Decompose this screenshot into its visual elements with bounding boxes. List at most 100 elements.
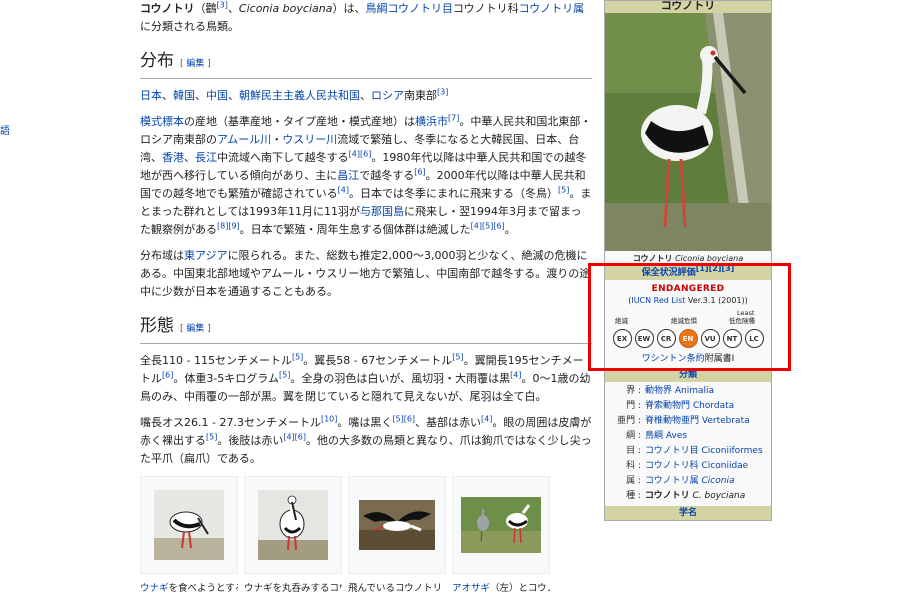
gakumei-link[interactable]: 学名 [679, 508, 697, 518]
intro-bold-name: コウノトリ [140, 2, 195, 15]
taxonomy-link[interactable]: コウノトリ目 [645, 446, 699, 456]
caption-link[interactable]: ウナギ [140, 583, 169, 594]
link[interactable]: 東アジア [184, 249, 228, 262]
taxonomy-row: 科 : コウノトリ科 Ciconiidae [605, 459, 771, 474]
link[interactable]: 長江 [195, 151, 217, 164]
link[interactable]: 昌江 [337, 169, 359, 182]
text: Ver.3.1 (2001)) [685, 296, 748, 305]
text: 。嘴は黒く [337, 416, 393, 429]
link[interactable]: 与那国島 [360, 205, 404, 218]
ref-link[interactable]: [6] [162, 370, 173, 379]
status-head-link[interactable]: 保全状況評価 [642, 268, 696, 278]
ref-link[interactable]: [5] [279, 370, 290, 379]
taxonomy-link[interactable]: 脊索動物門 [645, 401, 690, 411]
link-country[interactable]: 朝鮮民主主義人民共和国 [239, 89, 360, 102]
status-circle-en[interactable]: EN [678, 329, 698, 348]
gallery-caption: ウナギを食べようとする [140, 582, 238, 596]
gallery-item[interactable]: ウナギを食べようとする [140, 476, 238, 596]
link-order[interactable]: 鳥綱コウノトリ目 [365, 2, 453, 15]
taxonomy-latin[interactable]: Animalia [672, 386, 714, 396]
taxo-head-link[interactable]: 分類 [679, 370, 697, 380]
gallery-thumbnail[interactable] [452, 476, 550, 574]
text: ・ [271, 133, 283, 146]
text: で越冬する [359, 169, 415, 182]
taxonomy-name: コウノトリ科 Ciconiidae [645, 459, 771, 474]
ref-link[interactable]: [3] [217, 0, 228, 9]
iucn-source: (IUCN Red List Ver.3.1 (2001)) [605, 296, 771, 305]
taxonomy-latin[interactable]: Chordata [690, 401, 734, 411]
taxonomy-link[interactable]: 動物界 [645, 386, 672, 396]
gallery-item[interactable]: アオサギ（左）とコウノ [452, 476, 550, 596]
ref-link[interactable]: [4] [510, 370, 521, 379]
taxonomy-rank: 界 : [626, 386, 641, 396]
taxonomy-latin[interactable]: Ciconiiformes [699, 446, 763, 456]
taxonomy-latin[interactable]: Aves [663, 431, 687, 441]
text: の産地（基準産地・タイプ産地・模式産地）は [184, 115, 415, 128]
link-country[interactable]: 韓国 [173, 89, 195, 102]
ref-link[interactable]: [5] [292, 352, 303, 361]
stork-eating-image [154, 490, 224, 560]
link[interactable]: 香港 [162, 151, 184, 164]
gallery-caption: ウナギを丸呑みするコウ [244, 582, 342, 596]
taxonomy-latin[interactable]: Vertebrata [699, 416, 750, 426]
link-genus[interactable]: コウノトリ属 [519, 2, 585, 15]
ref-link[interactable]: [5] [206, 432, 217, 441]
gallery-thumbnail[interactable] [348, 476, 446, 574]
ref-link[interactable]: [8][9] [217, 221, 240, 230]
ref-link[interactable]: [3] [437, 87, 448, 96]
taxonomy-link[interactable]: 鳥綱 [645, 431, 663, 441]
taxonomy-latin[interactable]: Ciconia [699, 476, 735, 486]
status-circle-nt[interactable]: NT [722, 329, 742, 348]
gallery-item[interactable]: 飛んでいるコウノトリ [348, 476, 446, 596]
ref-link[interactable]: [1][2][3] [696, 264, 735, 273]
taxonomy-link[interactable]: 脊椎動物亜門 [645, 416, 699, 426]
ref-link[interactable]: [4][6] [283, 432, 306, 441]
taxonomy-latin[interactable]: Ciconiidae [699, 461, 749, 471]
infobox-photo[interactable] [605, 13, 771, 251]
sep: 、 [360, 89, 371, 102]
ref-link[interactable]: [4][6] [349, 149, 372, 158]
ref-link[interactable]: [4][5][6] [471, 221, 505, 230]
ref-link[interactable]: [10] [321, 414, 337, 423]
text: 嘴長オス26.1 - 27.3センチメートル [140, 416, 321, 429]
status-circle-ex[interactable]: EX [612, 329, 632, 348]
cites-link[interactable]: ワシントン条約 [642, 354, 705, 364]
iucn-link[interactable]: IUCN Red List [631, 296, 685, 305]
taxonomy-row: 目 : コウノトリ目 Ciconiiformes [605, 444, 771, 459]
scale-label-threatened: 絶滅危惧 [671, 317, 697, 325]
ref-link[interactable]: [6] [414, 167, 425, 176]
gallery-item[interactable]: ウナギを丸呑みするコウ [244, 476, 342, 596]
ref-link[interactable]: [4] [338, 185, 349, 194]
text: 。全身の羽色は白いが、風切羽・大雨覆は黒 [290, 372, 511, 385]
ref-link[interactable]: [5][6] [392, 414, 415, 423]
link-country[interactable]: 日本 [140, 89, 162, 102]
status-circle-cr[interactable]: CR [656, 329, 676, 348]
ref-link[interactable]: [5] [452, 352, 463, 361]
link[interactable]: アムール川 [217, 133, 271, 146]
infobox-title: コウノトリ [605, 1, 771, 13]
intro-paragraph: コウノトリ（鸛[3]、Ciconia boyciana）は、鳥綱コウノトリ目コウ… [140, 0, 592, 36]
link[interactable]: 横浜市 [415, 115, 448, 128]
distribution-paragraph: 模式標本の産地（基準産地・タイプ産地・模式産地）は横浜市[7]。中華人民共和国北… [140, 113, 592, 239]
link[interactable]: ウスリー川 [282, 133, 337, 146]
edit-link[interactable]: 編集 [186, 324, 204, 334]
taxonomy-rank: 門 : [626, 401, 641, 411]
gallery-thumbnail[interactable] [140, 476, 238, 574]
status-circle-lc[interactable]: LC [744, 329, 764, 348]
gallery-thumbnail[interactable] [244, 476, 342, 574]
status-circle-ew[interactable]: EW [634, 329, 654, 348]
link[interactable]: 模式標本 [140, 115, 184, 128]
link-country[interactable]: 中国 [206, 89, 228, 102]
ref-link[interactable]: [5] [558, 185, 569, 194]
left-sidebar-fragment[interactable]: 語 [0, 122, 10, 137]
ref-link[interactable]: [4] [481, 414, 492, 423]
link-country[interactable]: ロシア [371, 89, 404, 102]
caption-link[interactable]: アオサギ [452, 583, 490, 594]
taxonomy-link[interactable]: コウノトリ科 [645, 461, 699, 471]
edit-link[interactable]: 編集 [186, 59, 204, 69]
scale-label-least: Least [737, 309, 755, 317]
ref-link[interactable]: [7] [448, 113, 459, 122]
taxonomy-link[interactable]: コウノトリ属 [645, 476, 699, 486]
intro-text: 、 [227, 2, 239, 15]
status-circle-vu[interactable]: VU [700, 329, 720, 348]
